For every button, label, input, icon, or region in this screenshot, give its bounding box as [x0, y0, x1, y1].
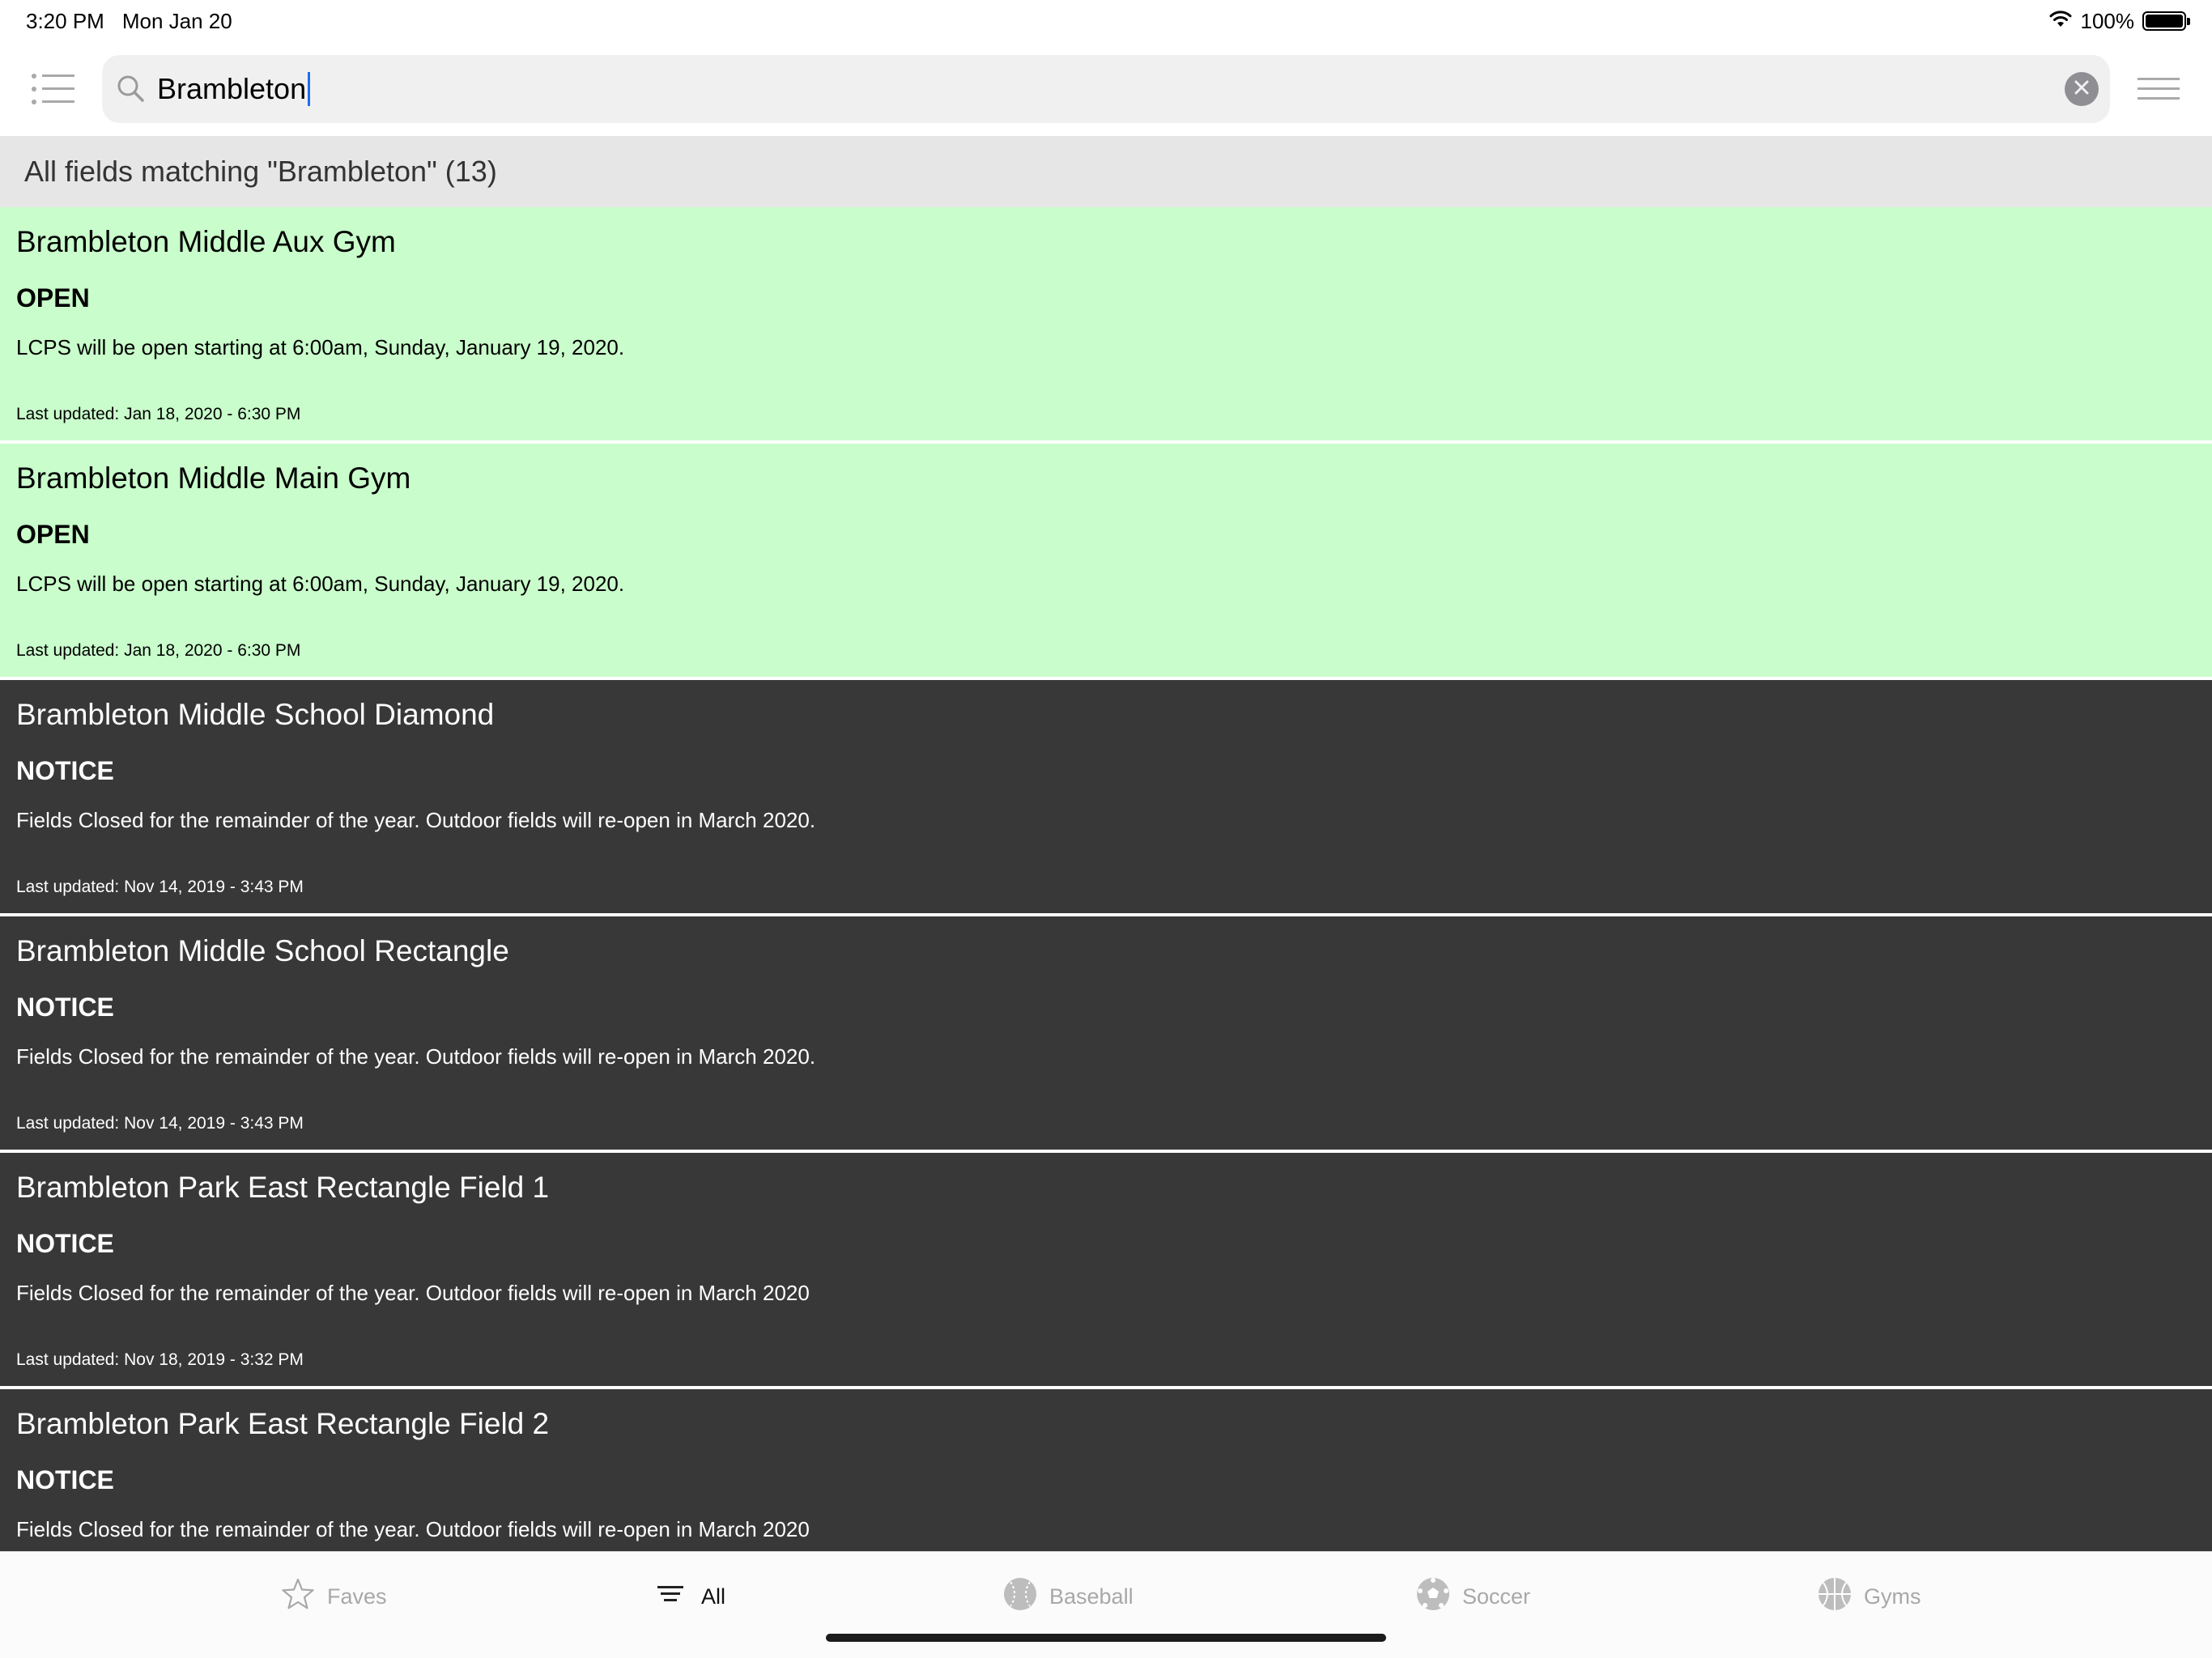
tab-gyms[interactable]: Gyms — [1817, 1576, 1921, 1617]
soccer-ball-icon — [1415, 1576, 1451, 1618]
tab-baseball-label: Baseball — [1049, 1584, 1134, 1609]
home-indicator[interactable] — [826, 1634, 1386, 1642]
battery-icon — [2142, 11, 2190, 31]
results-title: All fields matching "Brambleton" (13) — [24, 155, 497, 188]
baseball-icon — [1002, 1576, 1038, 1618]
filter-lines-icon — [654, 1576, 690, 1618]
search-bar[interactable]: Brambleton — [102, 55, 2110, 123]
status-time: 3:20 PM — [26, 8, 104, 33]
field-name: Brambleton Middle School Diamond — [16, 698, 495, 731]
field-card[interactable]: Brambleton Park East Rectangle Field 2 NO… — [0, 1389, 2212, 1551]
tab-soccer[interactable]: Soccer — [1415, 1576, 1530, 1617]
field-card[interactable]: Brambleton Middle School Diamond NOTICE Fi… — [0, 680, 2212, 916]
star-icon — [280, 1576, 316, 1618]
field-status: NOTICE — [16, 993, 114, 1022]
field-status: NOTICE — [16, 1465, 114, 1494]
search-icon — [117, 74, 146, 104]
clear-search-button[interactable] — [2065, 72, 2099, 106]
tab-faves[interactable]: Faves — [280, 1576, 387, 1617]
status-date: Mon Jan 20 — [121, 8, 232, 33]
tab-soccer-label: Soccer — [1462, 1584, 1531, 1609]
tab-all[interactable]: All — [654, 1576, 725, 1617]
field-card[interactable]: Brambleton Park East Rectangle Field 1 NO… — [0, 1153, 2212, 1389]
field-last-updated: Last updated: Jan 18, 2020 - 6:30 PM — [16, 405, 301, 423]
results-section-header: All fields matching "Brambleton" (13) — [0, 136, 2212, 207]
search-header: Brambleton — [0, 42, 2212, 136]
battery-level — [2146, 15, 2183, 28]
menu-icon[interactable] — [2138, 76, 2180, 102]
field-last-updated: Last updated: Nov 14, 2019 - 3:43 PM — [16, 878, 304, 896]
field-last-updated: Last updated: Jan 18, 2020 - 6:30 PM — [16, 641, 301, 660]
search-input[interactable]: Brambleton — [157, 55, 311, 123]
tab-gyms-label: Gyms — [1864, 1584, 1921, 1609]
search-input-value: Brambleton — [157, 72, 307, 105]
field-last-updated: Last updated: Nov 14, 2019 - 3:43 PM — [16, 1114, 304, 1133]
field-message: Fields Closed for the remainder of the y… — [16, 1281, 810, 1305]
basketball-icon — [1817, 1576, 1853, 1618]
app-root: 3:20 PM Mon Jan 20 100% Brambleton All f… — [0, 0, 2212, 1658]
field-list[interactable]: Brambleton Middle Aux Gym OPEN LCPS will b… — [0, 207, 2212, 1551]
field-name: Brambleton Middle School Rectangle — [16, 934, 509, 967]
wifi-icon — [2048, 9, 2073, 34]
text-caret — [308, 72, 311, 106]
field-status: NOTICE — [16, 756, 114, 785]
tab-faves-label: Faves — [327, 1584, 387, 1609]
field-name: Brambleton Park East Rectangle Field 2 — [16, 1407, 550, 1440]
field-message: LCPS will be open starting at 6:00am, Su… — [16, 335, 625, 359]
field-message: Fields Closed for the remainder of the y… — [16, 808, 816, 832]
tab-all-label: All — [701, 1584, 726, 1609]
field-card[interactable]: Brambleton Middle Main Gym OPEN LCPS will … — [0, 444, 2212, 680]
list-icon[interactable] — [31, 73, 74, 105]
battery-percent: 100% — [2080, 8, 2135, 33]
field-card[interactable]: Brambleton Middle School Rectangle NOTICE… — [0, 916, 2212, 1153]
field-message: Fields Closed for the remainder of the y… — [16, 1517, 810, 1541]
field-last-updated: Last updated: Nov 18, 2019 - 3:32 PM — [16, 1350, 304, 1369]
field-name: Brambleton Park East Rectangle Field 1 — [16, 1171, 550, 1204]
field-status: OPEN — [16, 520, 90, 549]
status-bar: 3:20 PM Mon Jan 20 100% — [0, 0, 2212, 42]
field-message: LCPS will be open starting at 6:00am, Su… — [16, 572, 625, 596]
field-status: NOTICE — [16, 1229, 114, 1258]
field-name: Brambleton Middle Main Gym — [16, 461, 411, 495]
tab-baseball[interactable]: Baseball — [1002, 1576, 1134, 1617]
field-card[interactable]: Brambleton Middle Aux Gym OPEN LCPS will b… — [0, 207, 2212, 444]
field-name: Brambleton Middle Aux Gym — [16, 225, 396, 258]
close-icon — [2073, 79, 2091, 100]
field-status: OPEN — [16, 283, 90, 312]
field-message: Fields Closed for the remainder of the y… — [16, 1044, 816, 1069]
tab-bar: Faves All Baseball Soccer Gyms — [0, 1551, 2212, 1658]
